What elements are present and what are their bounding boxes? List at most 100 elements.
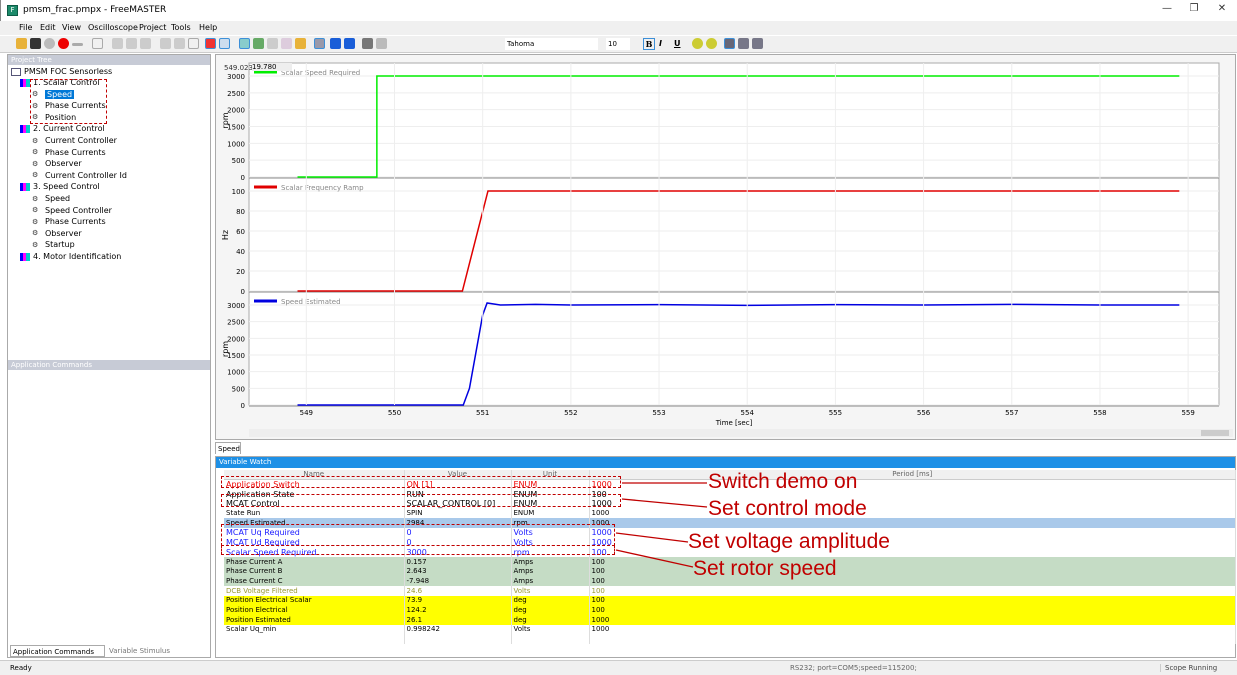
tree-item[interactable]: ⚙ Phase Currents	[32, 148, 106, 157]
tab-application-commands[interactable]: Application Commands	[10, 645, 105, 657]
watch-row-empty[interactable]	[224, 634, 1236, 645]
tree-item[interactable]: ⚙ Current Controller	[32, 136, 117, 145]
print-icon[interactable]	[140, 38, 151, 49]
tree-root[interactable]: PMSM FOC Sensorless	[11, 67, 112, 76]
tree-item[interactable]: ⚙ Startup	[32, 240, 75, 249]
pan-icon[interactable]	[253, 38, 264, 49]
watch-cell-unit: ENUM	[511, 508, 590, 519]
align-left-icon[interactable]	[724, 38, 735, 49]
forward-icon[interactable]	[174, 38, 185, 49]
horizontal-scrollbar[interactable]	[249, 429, 1233, 437]
y-axis-label: rpm	[221, 341, 230, 357]
tab-speed[interactable]: Speed	[215, 442, 241, 454]
italic-button[interactable]: I	[659, 39, 662, 48]
watch-cell-value[interactable]: 124.2	[404, 605, 512, 616]
font-size-select[interactable]: 10	[606, 38, 630, 50]
arrow-up-icon[interactable]	[330, 38, 341, 49]
align-center-icon[interactable]	[738, 38, 749, 49]
watch-row[interactable]: Position Electrical Scalar 73.9 deg 100	[224, 595, 1236, 606]
refresh-icon[interactable]	[188, 38, 199, 49]
open-icon[interactable]	[16, 38, 27, 49]
watch-cell-value[interactable]: SPIN	[404, 508, 512, 519]
watch-row[interactable]: Position Electrical 124.2 deg 100	[224, 605, 1236, 616]
cursor-icon[interactable]	[267, 38, 278, 49]
color-bg-icon[interactable]	[706, 38, 717, 49]
lock-icon[interactable]	[295, 38, 306, 49]
tree-item[interactable]: ⚙ Speed	[32, 194, 70, 203]
color-fg-icon[interactable]	[692, 38, 703, 49]
menu-edit[interactable]: Edit	[40, 23, 56, 32]
scrollbar-thumb[interactable]	[1201, 430, 1229, 436]
tree-item[interactable]: ⚙ Phase Currents	[32, 217, 106, 226]
status-connection: RS232; port=COM5;speed=115200;	[790, 664, 917, 672]
oscilloscope-chart[interactable]: 0 500 1000 1500 2000 2500 3000 rpm Scalar Speed …	[215, 54, 1236, 440]
tree-item[interactable]: ⚙ Speed Controller	[32, 206, 112, 215]
menu-tools[interactable]: Tools	[171, 23, 191, 32]
tree-item[interactable]: 2. Current Control	[20, 124, 105, 133]
back-icon[interactable]	[160, 38, 171, 49]
recorder-icon[interactable]	[219, 38, 230, 49]
watch-cell-unit: Volts	[511, 625, 590, 635]
cursor-x-readout: 549.023	[224, 64, 253, 72]
tree-item-label: Speed Controller	[45, 205, 112, 215]
tree-item[interactable]: 4. Motor Identification	[20, 252, 121, 261]
maximize-button[interactable]: ❐	[1183, 3, 1205, 17]
folder-icon	[20, 182, 30, 191]
watch-cell-value[interactable]: 73.9	[404, 595, 512, 606]
menu-file[interactable]: File	[19, 23, 32, 32]
tree-item-label: 4. Motor Identification	[33, 252, 122, 261]
save-icon[interactable]	[30, 38, 41, 49]
watch-row[interactable]: Scalar Uq_min 0.998242 Volts 1000	[224, 625, 1236, 635]
watch-cell-value[interactable]: 24.6	[404, 586, 512, 596]
underline-button[interactable]: U	[674, 39, 681, 48]
align-right-icon[interactable]	[752, 38, 763, 49]
watch-cell-name: Position Estimated	[224, 615, 405, 625]
watch-cell-value[interactable]: -7.948	[404, 576, 512, 587]
zoom-icon[interactable]	[239, 38, 250, 49]
tree-item[interactable]: ⚙ Current Controller Id	[32, 171, 127, 180]
bold-button[interactable]: B	[643, 38, 655, 50]
help-icon[interactable]	[376, 38, 387, 49]
stop-icon[interactable]	[58, 38, 69, 49]
close-button[interactable]: ✕	[1211, 3, 1233, 17]
menu-view[interactable]: View	[62, 23, 81, 32]
font-select[interactable]: Tahoma	[505, 38, 598, 50]
menu-project[interactable]: Project	[139, 23, 166, 32]
tree-item[interactable]: 3. Speed Control	[20, 182, 100, 191]
tab-variable-stimulus[interactable]: Variable Stimulus	[107, 645, 187, 657]
tree-item[interactable]: ⚙ Observer	[32, 159, 82, 168]
freemaster-logo-icon: F	[7, 5, 18, 16]
watch-cell-value[interactable]: 0.157	[404, 557, 512, 567]
x-tick-label: 556	[917, 409, 931, 417]
key-icon[interactable]	[72, 43, 83, 46]
copy-icon[interactable]	[126, 38, 137, 49]
watch-row[interactable]: DCB Voltage Filtered 24.6 Volts 100	[224, 586, 1236, 596]
annotation-switch-demo: Switch demo on	[708, 470, 858, 493]
grid-icon[interactable]	[314, 38, 325, 49]
x-tick-label: 549	[300, 409, 313, 417]
menu-help[interactable]: Help	[199, 23, 217, 32]
tree-item[interactable]: ⚙ Observer	[32, 229, 82, 238]
y-tick-label: 60	[236, 228, 245, 236]
cursor-y-readout: 19.780	[252, 63, 292, 71]
cut-icon[interactable]	[112, 38, 123, 49]
menu-oscilloscope[interactable]: Oscilloscope	[88, 23, 138, 32]
scope-icon[interactable]	[205, 38, 216, 49]
watch-cell-value[interactable]: 26.1	[404, 615, 512, 625]
annotation-control-mode: Set control mode	[708, 497, 867, 520]
x-tick-label: 553	[652, 409, 665, 417]
properties-icon[interactable]	[92, 38, 103, 49]
left-panel: Project Tree PMSM FOC Sensorless 1. Scala…	[7, 54, 211, 658]
legend-label: Scalar Frequency Ramp	[281, 184, 364, 192]
zoom-fit-icon[interactable]	[281, 38, 292, 49]
connect-icon[interactable]	[44, 38, 55, 49]
folder-icon	[20, 252, 30, 261]
watch-cell-value[interactable]: 0.998242	[404, 625, 512, 635]
options-icon[interactable]	[362, 38, 373, 49]
watch-cell-name: Phase Current C	[224, 576, 405, 587]
watch-row[interactable]: Position Estimated 26.1 deg 1000	[224, 615, 1236, 625]
watch-cell-value[interactable]: 2.643	[404, 566, 512, 577]
minimize-button[interactable]: —	[1156, 3, 1178, 17]
arrow-down-icon[interactable]	[344, 38, 355, 49]
y-tick-label: 500	[232, 385, 245, 393]
